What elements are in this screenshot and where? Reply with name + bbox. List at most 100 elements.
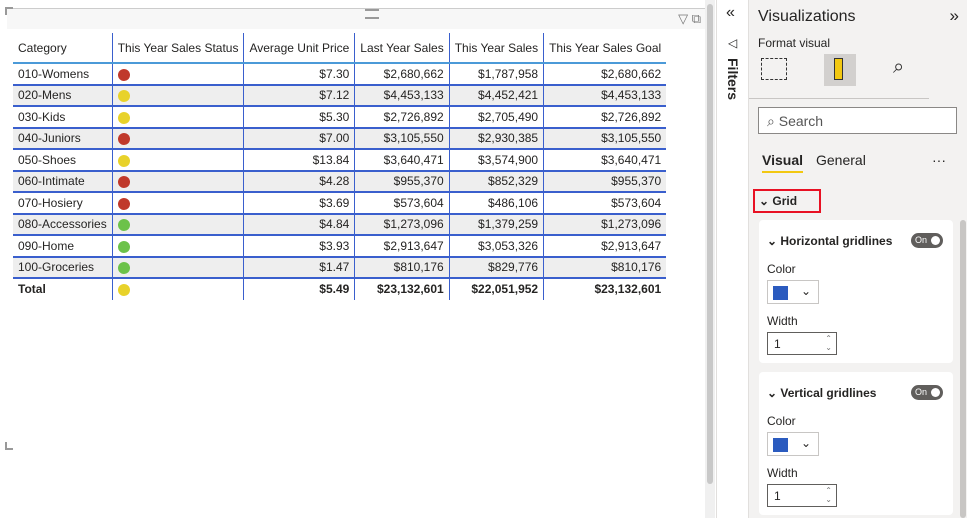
grid-section-header[interactable]: ⌄ Grid (753, 189, 821, 213)
table-row[interactable]: 030-Kids $5.30 $2,726,892 $2,705,490 $2,726,… (13, 106, 667, 129)
table-row[interactable]: 080-Accessories $4.84 $1,273,096 $1,379,259… (13, 213, 667, 236)
table-cell: $3,053,326 (448, 235, 544, 258)
search-input[interactable]: ⌕ Search (758, 107, 957, 134)
collapse-icon[interactable]: » (950, 6, 959, 26)
table-cell: $1,273,096 (543, 213, 667, 236)
status-yellow-icon (117, 284, 130, 297)
table-row[interactable]: 020-Mens $7.12 $4,453,133 $4,452,421 $4,453,… (13, 84, 667, 107)
table-cell: $2,913,647 (354, 235, 450, 258)
spinner-icon[interactable]: ⌃ ⌄ (825, 486, 832, 504)
table-cell: $3,640,471 (543, 149, 667, 172)
pane-scrollbar[interactable] (960, 220, 966, 518)
status-red-icon (117, 68, 130, 81)
table-cell: Total (18, 282, 46, 297)
column-header[interactable]: This Year Sales (448, 33, 544, 64)
status-cell (111, 106, 244, 129)
table-cell: $7.30 (243, 63, 355, 86)
filters-pane-collapsed[interactable]: « ◁ Filters (716, 0, 749, 518)
table-cell: $2,726,892 (354, 106, 450, 129)
table-cell: $13.84 (243, 149, 355, 172)
table-cell: $23,132,601 (543, 278, 667, 300)
data-table: Category This Year Sales Status Average Un… (13, 33, 667, 300)
column-header[interactable]: This Year Sales Goal (543, 33, 667, 64)
table-row[interactable]: 090-Home $3.93 $2,913,647 $3,053,326 $2,913,… (13, 235, 667, 258)
table-cell: $852,329 (448, 170, 544, 193)
report-canvas: ▽ ⧉ Category This Year Sales Status Averag… (0, 0, 705, 518)
status-red-icon (117, 197, 130, 210)
table-cell: $2,680,662 (543, 63, 667, 86)
table-cell: $5.49 (243, 278, 355, 300)
tab-general[interactable]: General (816, 152, 866, 168)
expand-icon[interactable]: « (726, 4, 735, 22)
table-cell: $2,726,892 (543, 106, 667, 129)
table-row[interactable]: 010-Womens $7.30 $2,680,662 $1,787,958 $2,68… (13, 63, 667, 86)
table-cell: $7.00 (243, 127, 355, 150)
width-label: Width (767, 466, 798, 480)
vertical-gridlines-toggle[interactable]: On (911, 385, 943, 400)
vertical-gridlines-header[interactable]: ⌄ Vertical gridlines (767, 386, 876, 400)
status-green-icon (117, 262, 130, 275)
focus-mode-icon[interactable]: ⧉ (692, 11, 701, 26)
tab-visual[interactable]: Visual (762, 152, 803, 173)
format-visual-button[interactable] (824, 54, 856, 86)
table-cell: 100-Groceries (13, 256, 113, 279)
status-cell (111, 63, 244, 86)
table-cell: 030-Kids (13, 106, 113, 129)
canvas-scrollbar[interactable] (705, 0, 715, 518)
table-row[interactable]: 100-Groceries $1.47 $810,176 $829,776 $810,1… (13, 256, 667, 279)
table-cell: $4.28 (243, 170, 355, 193)
column-header[interactable]: Category (13, 33, 113, 64)
table-cell: 040-Juniors (13, 127, 113, 150)
horizontal-width-input[interactable]: 1 ⌃ ⌄ (767, 332, 837, 355)
table-cell: 050-Shoes (13, 149, 113, 172)
vertical-width-input[interactable]: 1 ⌃ ⌄ (767, 484, 837, 507)
horizontal-gridlines-header[interactable]: ⌄ Horizontal gridlines (767, 234, 892, 248)
color-swatch (773, 286, 788, 300)
table-row[interactable]: 050-Shoes $13.84 $3,640,471 $3,574,900 $3,64… (13, 149, 667, 172)
table-cell: 060-Intimate (13, 170, 113, 193)
table-cell: $1,787,958 (448, 63, 544, 86)
table-cell: 020-Mens (13, 84, 113, 107)
build-visual-icon[interactable] (761, 58, 787, 80)
color-label: Color (767, 414, 796, 428)
filters-label: Filters (725, 58, 741, 101)
resize-handle[interactable] (5, 7, 13, 15)
status-cell (111, 278, 244, 300)
pane-subtitle: Format visual (758, 36, 831, 50)
table-cell: 010-Womens (13, 63, 113, 86)
filter-icon[interactable]: ▽ (678, 11, 688, 26)
table-cell: $23,132,601 (354, 278, 450, 300)
table-cell: $4.84 (243, 213, 355, 236)
status-cell (111, 256, 244, 279)
table-cell: $1.47 (243, 256, 355, 279)
horizontal-gridlines-toggle[interactable]: On (911, 233, 943, 248)
resize-handle[interactable] (5, 442, 13, 450)
total-row[interactable]: Total $5.49 $23,132,601 $22,051,952 $23,132,… (13, 278, 667, 300)
more-options-icon[interactable]: ··· (932, 152, 946, 168)
filter-icon: ◁ (728, 36, 738, 50)
table-row[interactable]: 070-Hosiery $3.69 $573,604 $486,106 $573,604 (13, 192, 667, 215)
table-cell: $955,370 (354, 170, 450, 193)
table-cell: $573,604 (354, 192, 450, 215)
table-cell: $3,105,550 (354, 127, 450, 150)
analytics-icon[interactable]: ⌕ (893, 56, 904, 79)
table-cell: $955,370 (543, 170, 667, 193)
table-visual[interactable]: ▽ ⧉ Category This Year Sales Status Averag… (5, 7, 705, 450)
horizontal-gridlines-card: ⌄ Horizontal gridlines On Color ⌄ Width … (759, 220, 953, 363)
vertical-color-picker[interactable]: ⌄ (767, 432, 819, 456)
column-header[interactable]: Average Unit Price (243, 33, 355, 64)
table-row[interactable]: 060-Intimate $4.28 $955,370 $852,329 $955,37… (13, 170, 667, 193)
status-green-icon (117, 219, 130, 232)
status-cell (111, 235, 244, 258)
table-cell: $3,640,471 (354, 149, 450, 172)
status-red-icon (117, 133, 130, 146)
drag-handle-icon[interactable] (365, 9, 379, 19)
status-cell (111, 192, 244, 215)
spinner-icon[interactable]: ⌃ ⌄ (825, 334, 832, 352)
table-cell: $829,776 (448, 256, 544, 279)
paintbrush-icon (834, 58, 843, 80)
column-header[interactable]: Last Year Sales (354, 33, 450, 64)
column-header[interactable]: This Year Sales Status (111, 33, 244, 64)
horizontal-color-picker[interactable]: ⌄ (767, 280, 819, 304)
table-row[interactable]: 040-Juniors $7.00 $3,105,550 $2,930,385 $3,1… (13, 127, 667, 150)
